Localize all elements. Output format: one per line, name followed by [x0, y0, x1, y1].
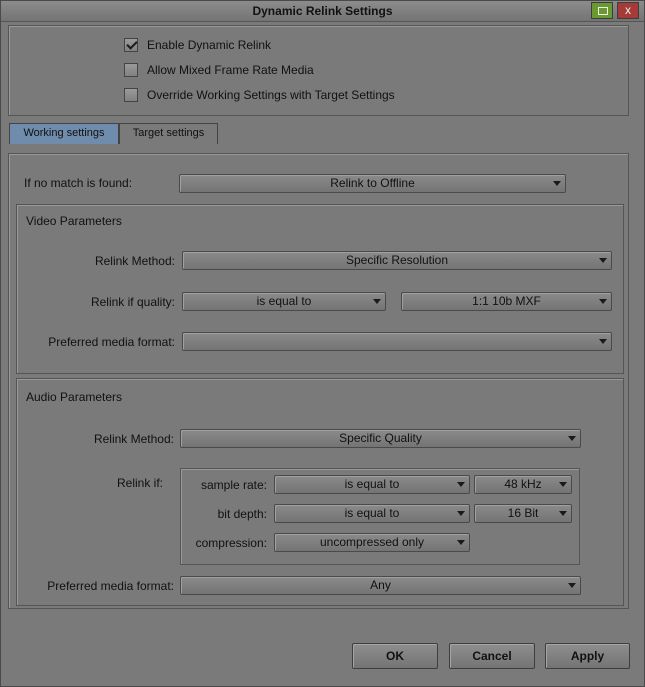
chevron-down-icon — [599, 339, 607, 344]
audio-parameters-heading: Audio Parameters — [26, 390, 123, 404]
sample-rate-dropdown[interactable]: 48 kHz — [474, 475, 572, 494]
title-bar[interactable]: Dynamic Relink Settings x — [1, 1, 644, 22]
video-relink-method-dropdown[interactable]: Specific Resolution — [182, 251, 612, 270]
chevron-down-icon — [568, 583, 576, 588]
no-match-dropdown[interactable]: Relink to Offline — [179, 174, 566, 193]
chevron-down-icon — [559, 482, 567, 487]
bit-depth-label: bit depth: — [217, 507, 267, 521]
audio-relink-method-label: Relink Method: — [93, 432, 174, 446]
enable-dynamic-relink-checkbox[interactable] — [124, 38, 138, 52]
no-match-value: Relink to Offline — [330, 176, 415, 190]
chevron-down-icon — [553, 181, 561, 186]
no-match-label: If no match is found: — [24, 176, 133, 190]
tab-working-settings[interactable]: Working settings — [9, 123, 119, 144]
bit-depth-condition-value: is equal to — [344, 506, 400, 520]
audio-relink-if-label: Relink if: — [116, 476, 163, 490]
sample-rate-value: 48 kHz — [504, 477, 542, 491]
maximize-icon[interactable] — [591, 2, 613, 19]
video-relink-quality-condition-value: is equal to — [256, 294, 312, 308]
chevron-down-icon — [568, 436, 576, 441]
bit-depth-condition-dropdown[interactable]: is equal to — [274, 504, 470, 523]
override-working-settings-option[interactable]: Override Working Settings with Target Se… — [124, 87, 395, 103]
audio-preferred-format-value: Any — [370, 578, 391, 592]
override-working-settings-label: Override Working Settings with Target Se… — [147, 88, 395, 102]
compression-label: compression: — [195, 536, 267, 550]
audio-relink-method-value: Specific Quality — [339, 431, 422, 445]
video-relink-method-label: Relink Method: — [94, 254, 175, 268]
allow-mixed-frame-rate-checkbox[interactable] — [124, 63, 138, 77]
video-relink-method-value: Specific Resolution — [345, 253, 449, 267]
allow-mixed-frame-rate-option[interactable]: Allow Mixed Frame Rate Media — [124, 62, 314, 78]
chevron-down-icon — [457, 482, 465, 487]
compression-dropdown[interactable]: uncompressed only — [274, 533, 470, 552]
chevron-down-icon — [457, 540, 465, 545]
enable-dynamic-relink-option[interactable]: Enable Dynamic Relink — [124, 37, 271, 53]
video-relink-quality-condition-dropdown[interactable]: is equal to — [182, 292, 386, 311]
chevron-down-icon — [599, 258, 607, 263]
video-resolution-value: 1:1 10b MXF — [472, 294, 541, 308]
chevron-down-icon — [373, 299, 381, 304]
chevron-down-icon — [599, 299, 607, 304]
video-relink-quality-label: Relink if quality: — [90, 295, 175, 309]
video-preferred-format-dropdown[interactable] — [182, 332, 612, 351]
ok-button[interactable]: OK — [352, 643, 438, 669]
audio-relink-method-dropdown[interactable]: Specific Quality — [180, 429, 581, 448]
audio-preferred-format-label: Preferred media format: — [47, 579, 174, 593]
window-title: Dynamic Relink Settings — [252, 4, 393, 18]
compression-value: uncompressed only — [319, 535, 425, 549]
sample-rate-condition-dropdown[interactable]: is equal to — [274, 475, 470, 494]
audio-preferred-format-dropdown[interactable]: Any — [180, 576, 581, 595]
video-parameters-heading: Video Parameters — [26, 214, 122, 228]
video-resolution-dropdown[interactable]: 1:1 10b MXF — [401, 292, 612, 311]
allow-mixed-frame-rate-label: Allow Mixed Frame Rate Media — [147, 63, 314, 77]
video-preferred-format-label: Preferred media format: — [48, 335, 175, 349]
dynamic-relink-settings-dialog: Dynamic Relink Settings x Enable Dynamic… — [0, 0, 645, 687]
bit-depth-dropdown[interactable]: 16 Bit — [474, 504, 572, 523]
chevron-down-icon — [559, 511, 567, 516]
tab-target-settings[interactable]: Target settings — [119, 123, 218, 144]
apply-button[interactable]: Apply — [545, 643, 630, 669]
enable-dynamic-relink-label: Enable Dynamic Relink — [147, 38, 272, 52]
cancel-button[interactable]: Cancel — [449, 643, 535, 669]
chevron-down-icon — [457, 511, 465, 516]
bit-depth-value: 16 Bit — [507, 506, 539, 520]
override-working-settings-checkbox[interactable] — [124, 88, 138, 102]
close-icon[interactable]: x — [617, 2, 639, 19]
sample-rate-condition-value: is equal to — [344, 477, 400, 491]
sample-rate-label: sample rate: — [200, 478, 267, 492]
